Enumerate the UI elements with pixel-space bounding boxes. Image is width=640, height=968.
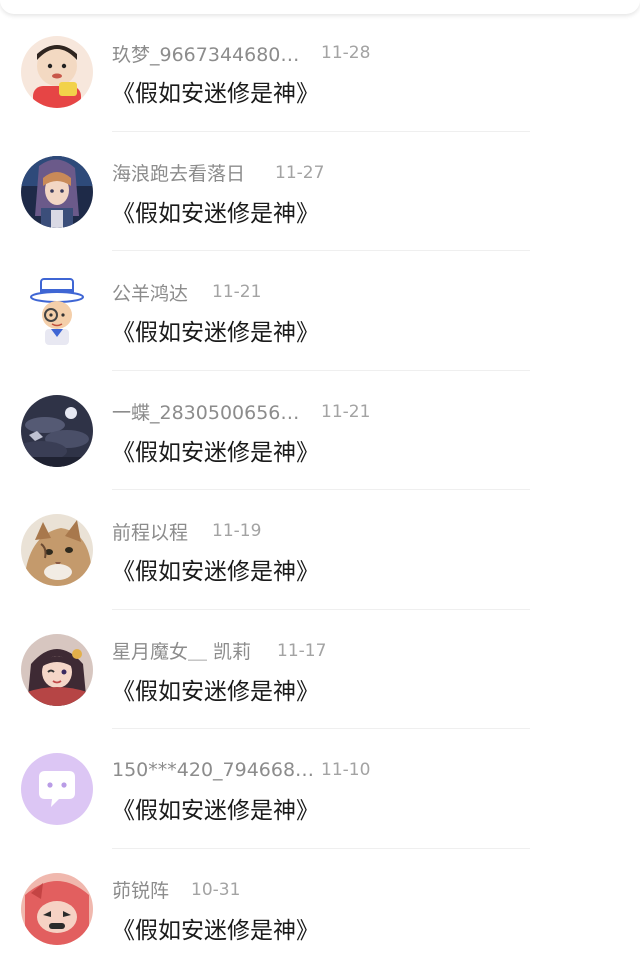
comment-text: 《假如安迷修是神》 (112, 194, 319, 228)
comment-text: 《假如安迷修是神》 (112, 313, 319, 347)
comment-text: 《假如安迷修是神》 (112, 433, 319, 467)
comment-meta: 公羊鸿达 11-21 (112, 279, 261, 305)
username[interactable]: 海浪跑去看落日 (112, 159, 275, 186)
cartoon-boy-avatar-icon (21, 36, 93, 108)
comment-date: 11-21 (212, 282, 261, 302)
avatar[interactable] (21, 753, 93, 825)
comment-date: 11-28 (321, 43, 370, 63)
username[interactable]: 一蝶_2830500656… (112, 398, 321, 425)
username[interactable]: 前程以程 (112, 518, 212, 545)
detective-cartoon-avatar-icon (21, 275, 93, 347)
comment-text: 《假如安迷修是神》 (112, 672, 319, 706)
comment-meta: 茆锐阵 10-31 (112, 877, 240, 903)
avatar[interactable] (21, 514, 93, 586)
comment-item: 玖梦_9667344680… 11-28 《假如安迷修是神》 (0, 12, 640, 132)
comment-meta: 前程以程 11-19 (112, 518, 261, 544)
comment-text: 《假如安迷修是神》 (112, 74, 319, 108)
avatar[interactable] (21, 275, 93, 347)
comment-item: 150***420_794668… 11-10 《假如安迷修是神》 (0, 729, 640, 849)
night-sky-avatar-icon (21, 395, 93, 467)
avatar[interactable] (21, 634, 93, 706)
comment-date: 11-17 (277, 641, 326, 661)
comment-item: 茆锐阵 10-31 《假如安迷修是神》 (0, 849, 640, 968)
anime-girl-wink-avatar-icon (21, 634, 93, 706)
red-cartoon-avatar-icon (21, 873, 93, 945)
avatar[interactable] (21, 873, 93, 945)
avatar[interactable] (21, 395, 93, 467)
comment-item: 公羊鸿达 11-21 《假如安迷修是神》 (0, 251, 640, 371)
comment-date: 11-21 (321, 402, 370, 422)
comment-meta: 一蝶_2830500656… 11-21 (112, 399, 370, 425)
anime-girl-avatar-icon (21, 156, 93, 228)
username[interactable]: 茆锐阵 (112, 876, 191, 903)
username[interactable]: 玖梦_9667344680… (112, 40, 321, 67)
comment-meta: 玖梦_9667344680… 11-28 (112, 40, 370, 66)
comment-text: 《假如安迷修是神》 (112, 911, 319, 945)
avatar[interactable] (21, 36, 93, 108)
comment-date: 11-10 (321, 760, 370, 780)
comment-item: 星月魔女＿ 凯莉 11-17 《假如安迷修是神》 (0, 610, 640, 730)
comment-date: 11-19 (212, 521, 261, 541)
username[interactable]: 公羊鸿达 (112, 279, 212, 306)
comment-date: 11-27 (275, 163, 324, 183)
comment-meta: 海浪跑去看落日 11-27 (112, 160, 324, 186)
comment-meta: 星月魔女＿ 凯莉 11-17 (112, 638, 326, 664)
comment-text: 《假如安迷修是神》 (112, 552, 319, 586)
comment-item: 前程以程 11-19 《假如安迷修是神》 (0, 490, 640, 610)
comment-item: 一蝶_2830500656… 11-21 《假如安迷修是神》 (0, 371, 640, 491)
username[interactable]: 150***420_794668… (112, 759, 321, 781)
username[interactable]: 星月魔女＿ 凯莉 (112, 637, 277, 664)
comment-meta: 150***420_794668… 11-10 (112, 757, 370, 783)
comment-list: 玖梦_9667344680… 11-28 《假如安迷修是神》 海浪跑去看落日 1… (0, 12, 640, 968)
comment-date: 10-31 (191, 880, 240, 900)
chat-bubble-avatar-icon (21, 753, 93, 825)
avatar[interactable] (21, 156, 93, 228)
comment-text: 《假如安迷修是神》 (112, 791, 319, 825)
comment-item: 海浪跑去看落日 11-27 《假如安迷修是神》 (0, 132, 640, 252)
cat-avatar-icon (21, 514, 93, 586)
